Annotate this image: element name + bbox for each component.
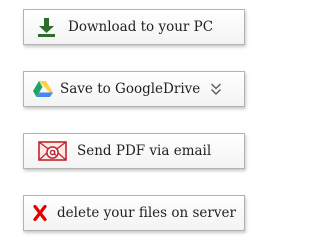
double-chevron-down-icon[interactable]: [210, 82, 222, 96]
delete-files-on-server-button[interactable]: delete your files on server: [23, 195, 245, 231]
send-pdf-via-email-button[interactable]: Send PDF via email: [23, 133, 245, 169]
download-to-pc-button[interactable]: Download to your PC: [23, 9, 245, 45]
download-button-label: Download to your PC: [68, 19, 214, 35]
google-drive-button-label: Save to GoogleDrive: [60, 81, 201, 97]
download-icon: [37, 17, 56, 38]
save-to-google-drive-button[interactable]: Save to GoogleDrive: [23, 71, 245, 107]
google-drive-icon: [32, 80, 54, 98]
red-x-icon: [33, 205, 47, 221]
email-icon: [38, 140, 67, 162]
delete-button-label: delete your files on server: [57, 205, 236, 221]
email-button-label: Send PDF via email: [77, 143, 212, 159]
